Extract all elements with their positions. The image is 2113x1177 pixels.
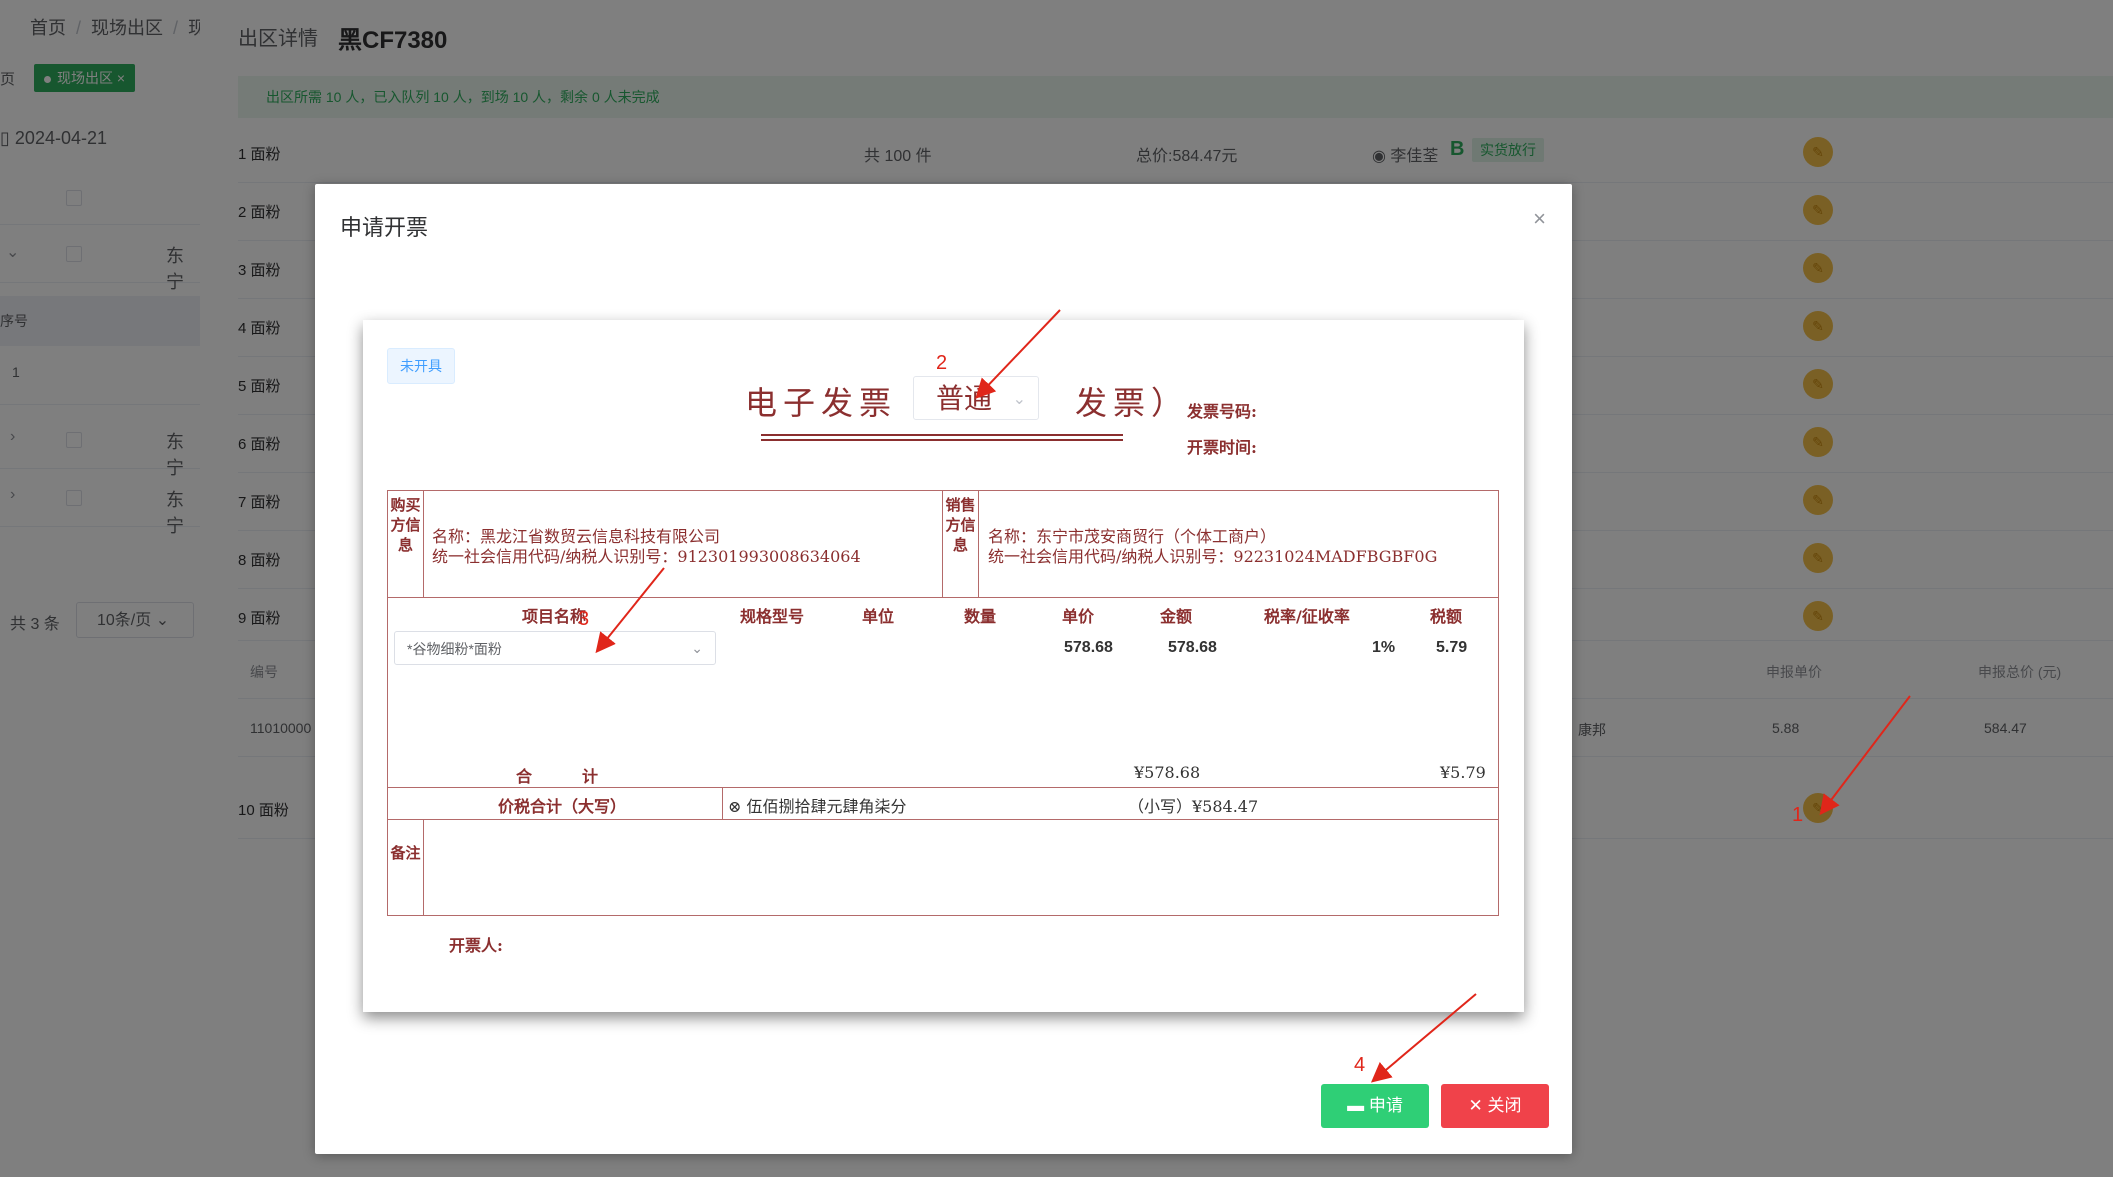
title-underline [761,434,1123,436]
buyer-code: 统一社会信用代码/纳税人识别号：912301993008634064 [432,547,861,566]
issue-time-label: 开票时间: [1187,438,1257,457]
sum-tax: ¥5.79 [1440,763,1486,782]
issuer-label: 开票人: [449,936,503,955]
annotation-1: 1 [1792,804,1804,826]
item-amount: 578.68 [1168,639,1217,656]
chevron-down-icon: ⌄ [1012,389,1026,408]
invoice-title-right: 发票） [1075,384,1190,422]
divider [388,819,1498,820]
invoice-type-select[interactable]: 普通 ⌄ [913,376,1039,420]
total-upper: ⊗ 伍佰捌拾肆元肆角柒分 [728,797,907,816]
apply-button[interactable]: ▬ 申请 [1321,1084,1429,1128]
total-label: 价税合计（大写） [498,797,627,816]
dialog-title: 申请开票 [340,215,429,240]
invoice-table: 购买方信息 名称：黑龙江省数贸云信息科技有限公司 统一社会信用代码/纳税人识别号… [387,490,1499,916]
invoice-type-value: 普通 [936,382,993,415]
invoice-preview: 未开具 电子发票（ 发票） 普通 ⌄ 发票号码: 开票时间: 购买方信息 名称：黑… [363,320,1524,1012]
invoice-number-label: 发票号码: [1187,402,1257,421]
chevron-down-icon: ⌄ [691,641,703,657]
annotation-4: 4 [1354,1054,1366,1076]
item-unit-price: 578.68 [1064,639,1113,656]
title-underline [761,439,1123,441]
total-lower: （小写）¥584.47 [1128,797,1259,816]
close-icon[interactable]: × [1533,206,1546,232]
close-button[interactable]: ✕ 关闭 [1441,1084,1549,1128]
item-name-select[interactable]: *谷物细粉*面粉 ⌄ [394,631,716,665]
remark-label: 备注 [388,819,424,915]
col-tax: 税额 [1430,607,1463,626]
item-tax-rate: 1% [1372,639,1396,656]
invoice-title-left: 电子发票（ [745,384,936,422]
seller-code: 统一社会信用代码/纳税人识别号：92231024MADFBGBF0G [988,547,1438,566]
col-unit: 单位 [862,607,895,626]
divider [388,597,1498,598]
annotation-3: 3 [578,608,590,630]
sum-label-ji: 计 [582,767,599,786]
col-amount: 金额 [1160,607,1193,626]
sum-label-he: 合 [516,767,533,786]
apply-invoice-dialog: 申请开票 × 未开具 电子发票（ 发票） 普通 ⌄ 发票号码: 开票时间: 购买方… [315,184,1572,1154]
item-name-value: *谷物细粉*面粉 [407,641,502,657]
col-item-name: 项目名称 [522,607,587,626]
item-tax: 5.79 [1436,639,1468,656]
divider [722,787,723,819]
col-spec: 规格型号 [740,607,805,626]
buyer-label: 购买方信息 [388,491,424,597]
col-qty: 数量 [964,607,997,626]
seller-label: 销售方信息 [943,491,979,597]
col-tax-rate: 税率/征收率 [1264,607,1350,626]
sum-amount: ¥578.68 [1134,763,1201,782]
col-price: 单价 [1062,607,1095,626]
annotation-2: 2 [936,352,948,374]
status-badge: 未开具 [387,348,455,384]
divider [388,787,1498,788]
